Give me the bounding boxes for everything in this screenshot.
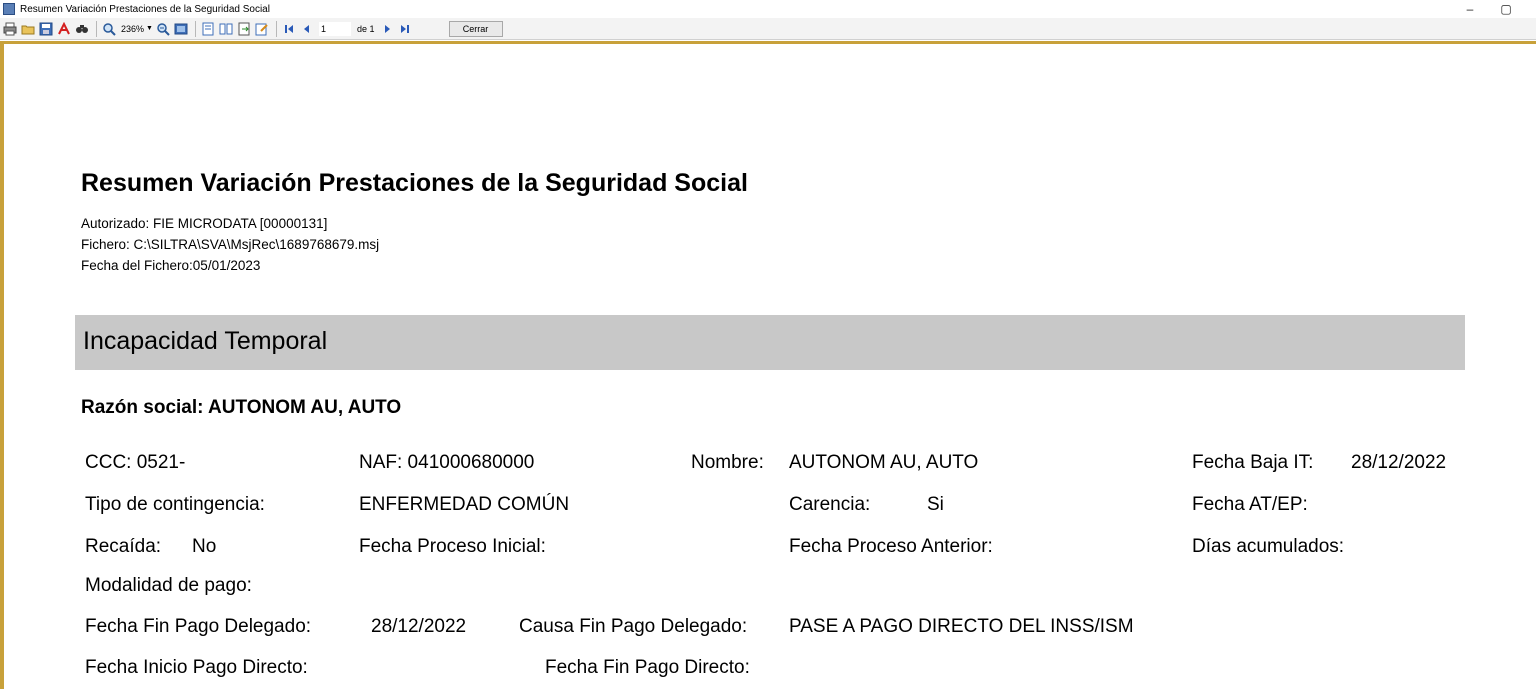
carencia-label: Carencia: bbox=[789, 494, 871, 515]
save-icon[interactable] bbox=[38, 21, 54, 37]
section-header: Incapacidad Temporal bbox=[75, 315, 1465, 370]
fecha-fin-pago-delegado-value: 28/12/2022 bbox=[371, 616, 467, 637]
toolbar-separator bbox=[194, 20, 196, 37]
page-layout-icon[interactable] bbox=[200, 21, 216, 37]
fecha-fin-pago-directo-label: Fecha Fin Pago Directo: bbox=[545, 657, 750, 678]
pdf-icon[interactable] bbox=[56, 21, 72, 37]
causa-fin-pago-delegado-value: PASE A PAGO DIRECTO DEL INSS/ISM bbox=[789, 616, 1134, 637]
razon-social: Razón social: AUTONOM AU, AUTO bbox=[81, 397, 402, 418]
close-button[interactable]: Cerrar bbox=[448, 20, 503, 37]
file-date-line: Fecha del Fichero:05/01/2023 bbox=[81, 258, 261, 273]
app-icon bbox=[3, 3, 15, 15]
window-title: Resumen Variación Prestaciones de la Seg… bbox=[20, 3, 270, 15]
last-page-icon[interactable] bbox=[397, 21, 413, 37]
ccc-field: CCC: 0521- bbox=[85, 452, 186, 473]
section-title: Incapacidad Temporal bbox=[83, 327, 328, 355]
fecha-atep-label: Fecha AT/EP: bbox=[1192, 494, 1308, 515]
naf-field: NAF: 041000680000 bbox=[359, 452, 535, 473]
fecha-proceso-anterior-label: Fecha Proceso Anterior: bbox=[789, 536, 993, 557]
fecha-baja-value: 28/12/2022 bbox=[1351, 452, 1447, 473]
edit-icon[interactable] bbox=[254, 21, 270, 37]
open-icon[interactable] bbox=[20, 21, 36, 37]
nombre-label: Nombre: bbox=[691, 452, 764, 473]
toolbar-separator bbox=[275, 20, 277, 37]
carencia-value: Si bbox=[927, 494, 944, 515]
single-page-icon[interactable] bbox=[173, 21, 189, 37]
tipo-contingencia-label: Tipo de contingencia: bbox=[85, 494, 265, 515]
authorized-line: Autorizado: FIE MICRODATA [00000131] bbox=[81, 216, 328, 231]
fecha-fin-pago-delegado-label: Fecha Fin Pago Delegado: bbox=[85, 616, 312, 637]
page-count: de 1 bbox=[356, 23, 375, 34]
modalidad-pago-label: Modalidad de pago: bbox=[85, 575, 252, 596]
zoom-in-icon[interactable] bbox=[101, 21, 117, 37]
dias-acumulados-label: Días acumulados: bbox=[1192, 536, 1345, 557]
chevron-down-icon: ▼ bbox=[146, 25, 153, 32]
next-page-icon[interactable] bbox=[379, 21, 395, 37]
file-path-line: Fichero: C:\SILTRA\SVA\MsjRec\1689768679… bbox=[81, 237, 380, 252]
recaida-value: No bbox=[192, 536, 217, 557]
toolbar-separator bbox=[96, 20, 97, 37]
export-icon[interactable] bbox=[236, 21, 252, 37]
restore-button[interactable]: ▢ bbox=[1488, 0, 1524, 18]
fecha-baja-label: Fecha Baja IT: bbox=[1192, 452, 1314, 473]
first-page-icon[interactable] bbox=[281, 21, 297, 37]
prev-page-icon[interactable] bbox=[299, 21, 315, 37]
zoom-select[interactable]: 236% ▼ bbox=[121, 24, 153, 34]
report-toolbar: 236% ▼ 1 de 1 Cerrar bbox=[0, 18, 1536, 40]
nombre-value: AUTONOM AU, AUTO bbox=[789, 452, 979, 473]
minimize-button[interactable]: – bbox=[1452, 0, 1488, 18]
print-icon[interactable] bbox=[2, 21, 18, 37]
fecha-inicio-pago-directo-label: Fecha Inicio Pago Directo: bbox=[85, 657, 308, 678]
tipo-contingencia-value: ENFERMEDAD COMÚN bbox=[359, 494, 570, 515]
zoom-value: 236% bbox=[121, 23, 145, 34]
two-page-icon[interactable] bbox=[218, 21, 234, 37]
zoom-out-icon[interactable] bbox=[155, 21, 171, 37]
recaida-label: Recaída: bbox=[85, 536, 162, 557]
report-title: Resumen Variación Prestaciones de la Seg… bbox=[81, 169, 748, 197]
fecha-proceso-inicial-label: Fecha Proceso Inicial: bbox=[359, 536, 546, 557]
page-number-input[interactable]: 1 bbox=[318, 21, 351, 36]
find-icon[interactable] bbox=[74, 21, 90, 37]
window-titlebar: Resumen Variación Prestaciones de la Seg… bbox=[0, 0, 1536, 18]
causa-fin-pago-delegado-label: Causa Fin Pago Delegado: bbox=[519, 616, 748, 637]
